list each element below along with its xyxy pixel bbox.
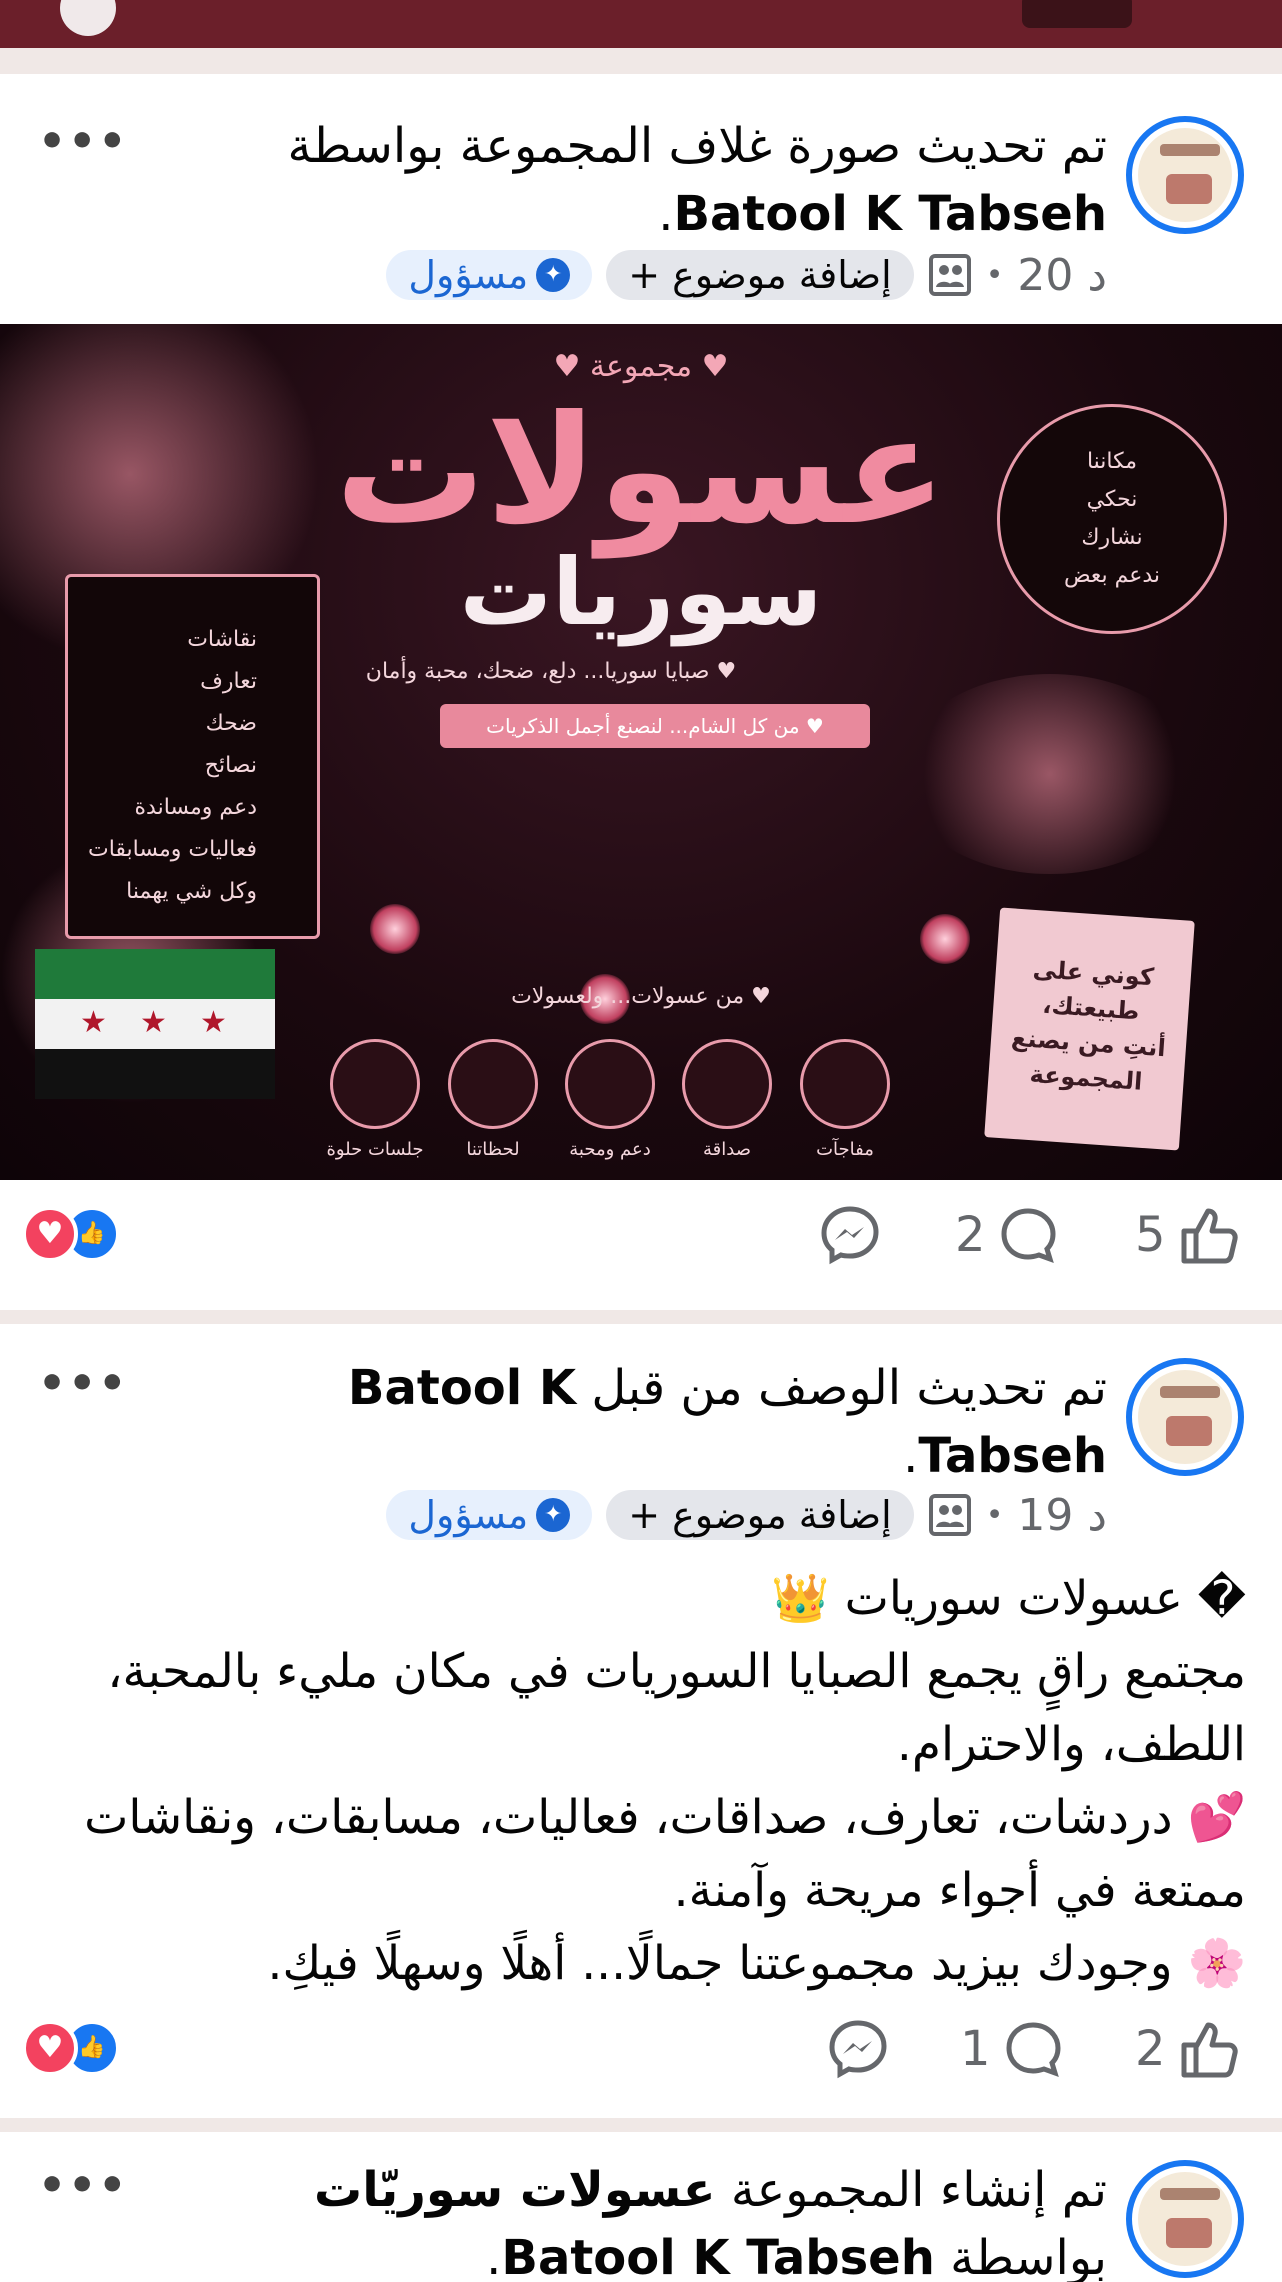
post-body: � عسولات سوريات 👑 مجتمع راقٍ يجمع الصباي…	[36, 1562, 1246, 2000]
like-button[interactable]: 5	[1135, 1200, 1240, 1270]
feed-divider	[0, 1310, 1282, 1324]
group-thumbnail[interactable]	[1022, 0, 1132, 28]
cover-banner: ♥ من كل الشام... لنصنع أجمل الذكريات	[440, 704, 870, 748]
profile-icon[interactable]	[60, 0, 116, 36]
more-options-button[interactable]: •••	[38, 1358, 128, 1409]
cover-left-panel: نقاشات تعارف ضحك نصائح دعم ومساندة فعالي…	[65, 574, 320, 939]
heart-hands-icon	[565, 1039, 655, 1129]
share-messenger-button[interactable]	[826, 2014, 890, 2084]
author-link[interactable]: Batool K Tabseh	[673, 186, 1107, 242]
post-actions-bar: 1 2	[0, 1994, 1282, 2114]
coffee-cup-icon	[330, 1039, 420, 1129]
cover-right-circle: مكاننا نحكي نشارك ندعم بعض	[997, 404, 1227, 634]
add-topic-button[interactable]: إضافة موضوع +	[606, 1490, 914, 1540]
post-actions-bar: 2 5	[0, 1180, 1282, 1300]
thumbs-up-icon	[1181, 1208, 1238, 1264]
more-options-button[interactable]: •••	[38, 2160, 128, 2211]
group-avatar[interactable]	[1126, 2160, 1244, 2278]
like-count: 5	[1135, 1207, 1166, 1263]
author-link[interactable]: Batool K Tabseh	[501, 2230, 935, 2282]
post-meta: 19 د • إضافة موضوع + مسؤول	[386, 1488, 1107, 1542]
comment-button[interactable]: 1	[960, 2014, 1065, 2084]
admin-badge[interactable]: مسؤول	[386, 250, 593, 300]
meta-dot: •	[985, 1497, 1004, 1533]
camera-icon	[448, 1039, 538, 1129]
body-line: 🌸 وجودك بيزيد مجموعتنا جمالًا... أهلًا و…	[267, 1936, 1247, 1991]
gift-icon	[800, 1039, 890, 1129]
post-time[interactable]: 20 د	[1017, 250, 1107, 301]
group-members-icon	[928, 253, 972, 297]
cover-small-title: ♥ مجموعة ♥	[553, 349, 729, 384]
group-avatar[interactable]	[1126, 116, 1244, 234]
admin-badge[interactable]: مسؤول	[386, 1490, 593, 1540]
body-line: 💕 دردشات، تعارف، صداقات، فعاليات، مسابقا…	[84, 1790, 1246, 1918]
cover-photo[interactable]: ♥ مجموعة ♥ عسولات سوريات ♥ صبايا سوريا..…	[0, 324, 1282, 1180]
comment-icon	[1006, 2022, 1061, 2078]
share-messenger-button[interactable]	[818, 1200, 882, 1270]
feed-post-group-created: تم إنشاء المجموعة عسولات سوريّات بواسطة …	[0, 2132, 1282, 2282]
syrian-flag-image: ★ ★ ★	[35, 949, 275, 1099]
comment-count: 1	[960, 2021, 991, 2077]
like-button[interactable]: 2	[1135, 2014, 1240, 2084]
love-reaction-icon	[22, 1206, 78, 1262]
post-title: تم تحديث الوصف من قبل Batool K Tabseh.	[347, 1360, 1107, 1484]
post-title: تم إنشاء المجموعة عسولات سوريّات بواسطة …	[147, 2156, 1107, 2282]
feed-divider	[0, 2118, 1282, 2132]
top-header-bar	[0, 0, 1282, 48]
feed-post-description-update: تم تحديث الوصف من قبل Batool K Tabseh. •…	[0, 1324, 1282, 2118]
admin-star-icon	[536, 1498, 571, 1532]
comment-icon	[1001, 1208, 1056, 1264]
reactions-summary[interactable]	[22, 1206, 122, 1262]
group-name-link[interactable]: عسولات سوريّات	[314, 2162, 716, 2218]
thumbs-up-icon	[1181, 2022, 1238, 2078]
post-time[interactable]: 19 د	[1017, 1490, 1107, 1541]
post-title: تم تحديث صورة غلاف المجموعة بواسطة Batoo…	[287, 118, 1107, 242]
cover-note-card: كوني على طبيعتك، أنتِ من يصنع المجموعة	[984, 907, 1195, 1151]
post-meta: 20 د • إضافة موضوع + مسؤول	[386, 248, 1107, 302]
friends-icon	[682, 1039, 772, 1129]
like-count: 2	[1135, 2021, 1166, 2077]
more-options-button[interactable]: •••	[38, 116, 128, 167]
reactions-summary[interactable]	[22, 2020, 122, 2076]
comment-button[interactable]: 2	[955, 1200, 1060, 1270]
admin-star-icon	[536, 258, 571, 292]
cover-icons-row: مفاجآت صداقة دعم ومحبة لحظاتنا جلسات حلو…	[320, 1039, 890, 1179]
body-line: مجتمع راقٍ يجمع الصبايا السوريات في مكان…	[107, 1644, 1246, 1772]
messenger-icon	[829, 2020, 887, 2079]
body-line: � عسولات سوريات 👑	[771, 1571, 1246, 1626]
meta-dot: •	[985, 257, 1004, 293]
messenger-icon	[821, 1206, 879, 1265]
group-avatar[interactable]	[1126, 1358, 1244, 1476]
love-reaction-icon	[22, 2020, 78, 2076]
group-members-icon	[928, 1493, 972, 1537]
cover-tagline: ♥ صبايا سوريا... دلع، ضحك، محبة وأمان	[365, 659, 737, 684]
comment-count: 2	[955, 1207, 986, 1263]
feed-divider	[0, 48, 1282, 74]
add-topic-button[interactable]: إضافة موضوع +	[606, 250, 914, 300]
feed-post-cover-update: تم تحديث صورة غلاف المجموعة بواسطة Batoo…	[0, 74, 1282, 1310]
